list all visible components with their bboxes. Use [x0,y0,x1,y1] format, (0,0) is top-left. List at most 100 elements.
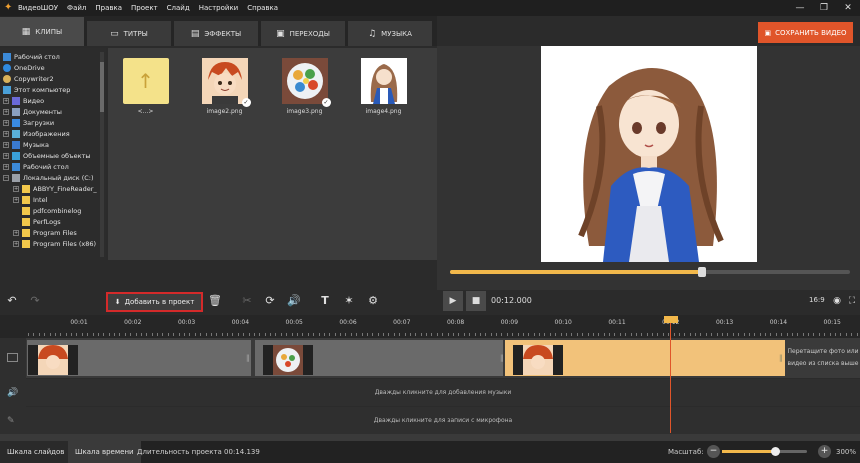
aspect-ratio[interactable]: 16:9 [809,296,825,304]
tab-titles[interactable]: ▭ ТИТРЫ [87,21,171,46]
expand-icon[interactable]: + [13,229,19,236]
track-headers: 🔊 ✎ [0,338,26,436]
ruler-tick-mark [598,333,599,336]
ruler-tick-mark [647,333,648,336]
magic-wand-icon[interactable]: ✶ [342,293,356,309]
tree-item[interactable]: OneDrive [3,62,45,73]
menu-edit[interactable]: Правка [95,4,122,12]
maximize-icon[interactable]: ❐ [812,0,836,16]
tree-item[interactable]: + ABBYY_FineReader_ [13,183,97,194]
file-item[interactable]: image4.png [356,58,411,115]
play-icon[interactable]: ▶ [443,291,463,311]
tree-item[interactable]: + Изображения [3,128,70,139]
menu-settings[interactable]: Настройки [199,4,239,12]
tree-item[interactable]: + Program Files [13,227,77,238]
ruler-tick-mark [614,333,615,336]
ruler-tick-mark [93,333,94,336]
camera-icon[interactable]: ◉ [830,293,844,309]
volume-icon[interactable]: 🔊 [287,293,301,309]
tree-item[interactable]: Рабочий стол [3,51,60,62]
fullscreen-icon[interactable]: ⛶ [845,293,859,309]
file-item[interactable]: ✓ image2.png [197,58,252,115]
zoom-handle[interactable] [770,447,780,456]
zoom-slider[interactable] [722,447,807,456]
trash-icon[interactable]: 🗑 [208,293,222,309]
ruler-tick-mark [232,333,233,336]
tree-item[interactable]: + Документы [3,106,62,117]
images-icon [12,129,20,138]
tree-item[interactable]: + Intel [13,194,47,205]
tab-transitions[interactable]: ▣ ПЕРЕХОДЫ [261,21,345,46]
tab-slide-scale[interactable]: Шкала слайдов [0,441,72,463]
seek-handle[interactable] [698,267,706,277]
ruler-tick-mark [674,333,675,336]
clip-trim-handle[interactable]: ‖ [246,354,250,362]
menu-file[interactable]: Файл [67,4,86,12]
scissors-icon[interactable]: ✂ [240,293,254,309]
tree-item[interactable]: Этот компьютер [3,84,70,95]
tab-effects[interactable]: ▤ ЭФФЕКТЫ [174,21,258,46]
expand-icon[interactable]: + [3,108,9,115]
ruler-tick-label: 00:09 [500,319,519,326]
tree-item[interactable]: + Музыка [3,139,49,150]
expand-icon[interactable]: + [13,196,19,203]
ruler-tick-mark [238,333,239,336]
tree-item[interactable]: + Видео [3,95,44,106]
scroll-thumb[interactable] [100,62,104,112]
folder-up-icon: ↑ [122,58,169,104]
rotate-icon[interactable]: ⟳ [263,293,277,309]
collapse-icon[interactable]: − [3,174,9,181]
zoom-in-icon[interactable]: + [818,445,831,458]
expand-icon[interactable]: + [13,185,19,192]
undo-icon[interactable]: ↶ [5,293,19,309]
expand-icon[interactable]: + [3,97,9,104]
project-duration: Длительность проекта 00:14.139 [137,448,260,456]
user-icon [3,74,11,83]
minimize-icon[interactable]: — [788,0,812,16]
gear-icon[interactable]: ⚙ [366,293,380,309]
menu-project[interactable]: Проект [131,4,158,12]
save-video-button[interactable]: ▣ СОХРАНИТЬ ВИДЕО [758,22,853,43]
playhead-handle[interactable] [664,316,678,323]
ruler-tick-mark [162,333,163,336]
expand-icon[interactable]: + [3,130,9,137]
expand-icon[interactable]: + [3,141,9,148]
ruler-tick-mark [797,333,798,336]
tree-item[interactable]: pdfcombinelog [13,205,81,216]
text-icon[interactable]: T [318,293,332,309]
ruler-tick-mark [254,333,255,336]
tree-scrollbar[interactable] [100,52,104,257]
tree-item[interactable]: Copywriter2 [3,73,54,84]
menu-slide[interactable]: Слайд [167,4,190,12]
clip-trim-handle[interactable]: ‖ [779,354,783,362]
tree-item-label: PerfLogs [33,217,61,226]
tree-item[interactable]: + Рабочий стол [3,161,69,172]
tab-music[interactable]: ♫ МУЗЫКА [348,21,432,46]
tab-clips[interactable]: ▦ КЛИПЫ [0,17,84,46]
tree-item[interactable]: − Локальный диск (C:) [3,172,94,183]
seek-bar[interactable] [450,267,850,277]
tree-item[interactable]: + Объемные объекты [3,150,91,161]
mic-track[interactable]: Дважды кликните для записи с микрофона [26,407,860,434]
tree-item[interactable]: + Program Files (x86) [13,238,96,249]
music-track[interactable]: Дважды кликните для добавления музыки [26,379,860,406]
expand-icon[interactable]: + [3,163,9,170]
menu-help[interactable]: Справка [247,4,278,12]
playhead-line[interactable] [670,318,671,433]
clip-trim-handle[interactable]: ‖ [500,354,504,362]
file-item[interactable]: ✓ image3.png [277,58,332,115]
add-to-project-button[interactable]: ⬇ Добавить в проект [106,292,203,312]
expand-icon[interactable]: + [3,152,9,159]
tree-item[interactable]: PerfLogs [13,216,61,227]
timeline-scrollbar[interactable] [0,434,860,441]
expand-icon[interactable]: + [13,240,19,247]
ruler-tick-mark [308,333,309,336]
close-icon[interactable]: ✕ [836,0,860,16]
titles-icon: ▭ [110,28,119,39]
stop-icon[interactable]: ■ [466,291,486,311]
zoom-out-icon[interactable]: − [707,445,720,458]
tree-item[interactable]: + Загрузки [3,117,54,128]
redo-icon[interactable]: ↷ [28,293,42,309]
file-item-up[interactable]: ↑ <...> [118,58,173,115]
expand-icon[interactable]: + [3,119,9,126]
